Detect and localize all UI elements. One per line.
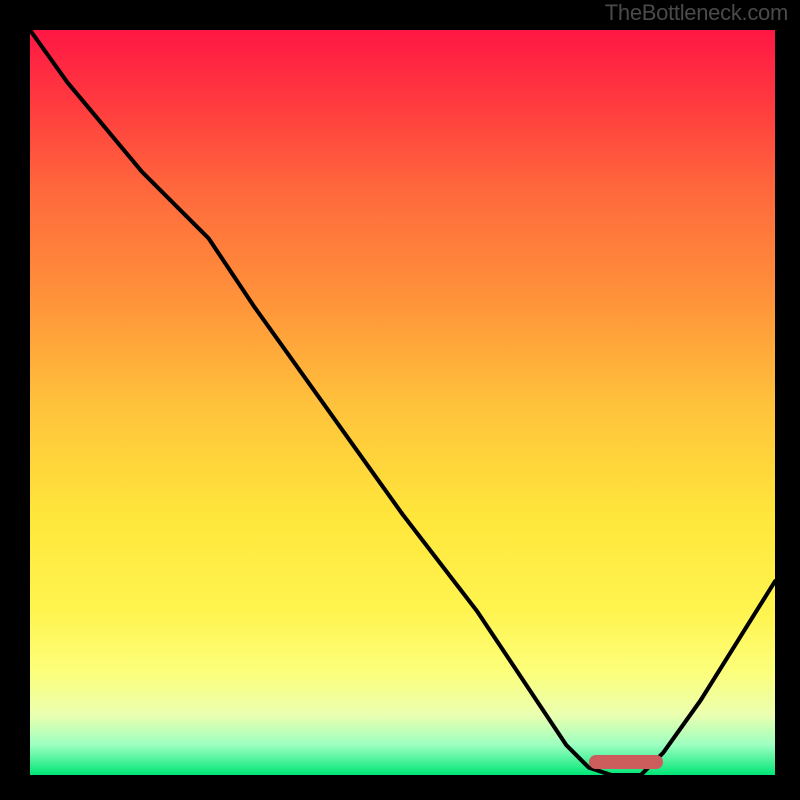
optimal-range-marker [589, 755, 664, 769]
watermark-text: TheBottleneck.com [605, 0, 788, 26]
chart-background-gradient [30, 30, 775, 775]
chart-area [30, 30, 775, 775]
